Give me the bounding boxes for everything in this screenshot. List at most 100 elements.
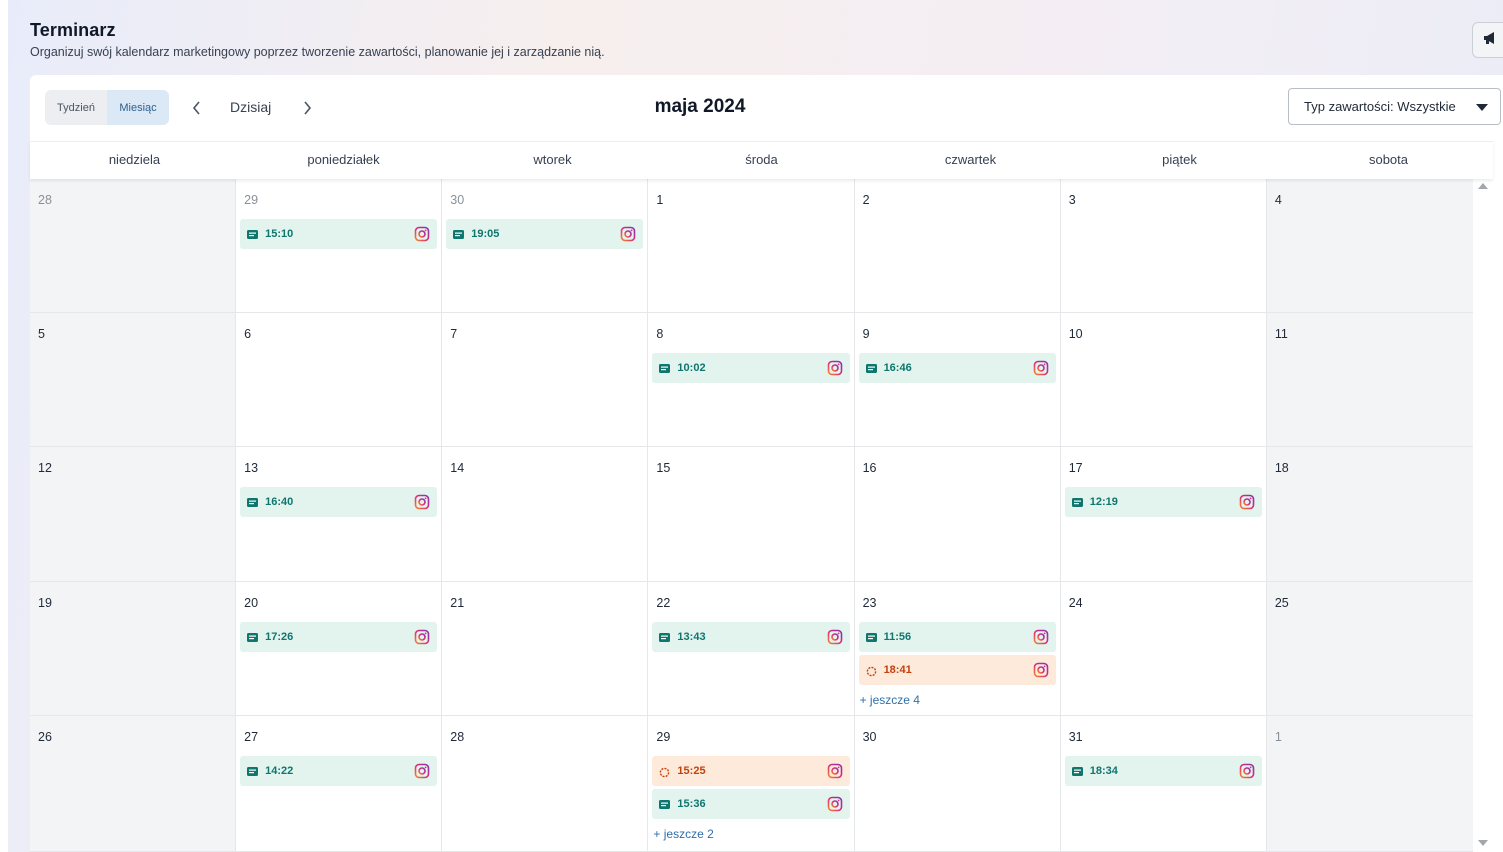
day-number: 4: [1274, 193, 1282, 207]
day-cell[interactable]: 27 14:22: [236, 716, 443, 852]
day-cell[interactable]: 18: [1266, 447, 1473, 582]
weekday-label: poniedziałek: [307, 152, 380, 167]
instagram-icon: [1239, 763, 1255, 779]
event-time: 15:10: [265, 228, 294, 240]
day-number: 17: [1068, 461, 1083, 475]
day-cell[interactable]: 8 10:02: [648, 313, 855, 447]
day-cell[interactable]: 5: [30, 313, 237, 447]
calendar-event[interactable]: 16:40: [240, 487, 438, 517]
day-cell[interactable]: 17 12:19: [1060, 447, 1267, 582]
calendar-event[interactable]: 19:05: [446, 219, 644, 249]
content-type-filter[interactable]: Typ zawartości: Wszystkie: [1288, 88, 1501, 125]
day-cell[interactable]: 31 18:34: [1060, 716, 1267, 852]
calendar-event[interactable]: 15:10: [240, 219, 438, 249]
day-cell[interactable]: 30: [854, 716, 1061, 852]
day-number: 25: [1274, 596, 1289, 610]
event-time: 19:05: [471, 228, 500, 240]
page-header: Terminarz Organizuj swój kalendarz marke…: [30, 20, 605, 59]
announcements-button[interactable]: [1472, 22, 1503, 58]
day-cell[interactable]: 16: [854, 447, 1061, 582]
calendar-event[interactable]: 15:25: [652, 756, 850, 786]
day-cell[interactable]: 20 17:26: [236, 582, 443, 716]
calendar-event[interactable]: 18:34: [1064, 756, 1262, 786]
day-cell[interactable]: 30 19:05: [442, 179, 649, 313]
calendar-event[interactable]: 16:46: [858, 353, 1056, 383]
filter-label: Typ zawartości: Wszystkie: [1304, 99, 1456, 114]
calendar-event[interactable]: 15:36: [652, 789, 850, 819]
event-time: 18:41: [883, 664, 912, 676]
day-cell[interactable]: 13 16:40: [236, 447, 443, 582]
weekday-label: sobota: [1368, 152, 1409, 167]
calendar-event[interactable]: 14:22: [240, 756, 438, 786]
day-cell[interactable]: 24: [1060, 582, 1267, 716]
message-icon: [659, 632, 671, 642]
message-icon: [659, 363, 671, 373]
day-number: 6: [244, 327, 252, 341]
day-cell[interactable]: 1: [648, 179, 855, 313]
day-cell[interactable]: 3: [1060, 179, 1267, 313]
day-number: 1: [656, 193, 664, 207]
day-cell[interactable]: 29 15:25 15:36 + jeszcze 2: [648, 716, 855, 852]
day-number: 7: [450, 327, 458, 341]
day-number: 21: [450, 596, 465, 610]
day-cell[interactable]: 21: [442, 582, 649, 716]
instagram-icon: [414, 763, 430, 779]
calendar-event[interactable]: 12:19: [1064, 487, 1262, 517]
calendar-event[interactable]: 10:02: [652, 353, 850, 383]
page-subtitle: Organizuj swój kalendarz marketingowy po…: [30, 45, 605, 59]
day-number: 26: [38, 730, 52, 744]
instagram-icon: [620, 226, 636, 242]
day-number: 24: [1068, 596, 1083, 610]
day-cell[interactable]: 12: [30, 447, 237, 582]
day-cell[interactable]: 19: [30, 582, 237, 716]
message-icon: [865, 363, 877, 373]
day-cell[interactable]: 14: [442, 447, 649, 582]
message-icon: [247, 497, 259, 507]
day-cell[interactable]: 26: [30, 716, 237, 852]
day-number: 29: [656, 730, 671, 744]
day-number: 3: [1068, 193, 1076, 207]
event-time: 16:40: [265, 496, 294, 508]
day-cell[interactable]: 2: [854, 179, 1061, 313]
event-time: 14:22: [265, 765, 294, 777]
day-number: 19: [38, 596, 52, 610]
day-cell[interactable]: 7: [442, 313, 649, 447]
show-more-link[interactable]: + jeszcze 2: [653, 827, 713, 841]
weekday-header: niedziela poniedziałek wtorek środa czwa…: [30, 141, 1493, 179]
scroll-up-icon[interactable]: [1478, 183, 1488, 189]
instagram-icon: [1033, 662, 1049, 678]
day-cell[interactable]: 11: [1266, 313, 1473, 447]
instagram-icon: [827, 629, 843, 645]
calendar-scrollbar[interactable]: [1473, 179, 1493, 852]
calendar-event[interactable]: 13:43: [652, 622, 850, 652]
caret-down-icon: [1476, 104, 1488, 111]
day-number: 30: [450, 193, 465, 207]
day-cell[interactable]: 9 16:46: [854, 313, 1061, 447]
day-cell[interactable]: 6: [236, 313, 443, 447]
day-number: 15: [656, 461, 671, 475]
day-cell[interactable]: 29 15:10: [236, 179, 443, 313]
day-cell[interactable]: 25: [1266, 582, 1473, 716]
instagram-icon: [827, 360, 843, 376]
day-cell[interactable]: 15: [648, 447, 855, 582]
spinner-icon: [866, 666, 877, 676]
day-number: 14: [450, 461, 465, 475]
calendar-toolbar: Tydzień Miesiąc Dzisiaj maja 2024 Typ za…: [30, 75, 1503, 141]
scroll-down-icon[interactable]: [1478, 840, 1488, 846]
day-cell[interactable]: 28: [442, 716, 649, 852]
month-grid: 28 29 15:10 30 19:05 1 2 3 4 5 6 7 8 10:02 9 16:46 10 11 1…: [30, 179, 1473, 852]
event-time: 17:26: [265, 631, 294, 643]
calendar-event[interactable]: 18:41: [858, 655, 1056, 685]
show-more-link[interactable]: + jeszcze 4: [860, 693, 920, 707]
day-cell[interactable]: 1: [1266, 716, 1473, 852]
message-icon: [453, 229, 465, 239]
event-time: 15:36: [677, 798, 706, 810]
calendar-event[interactable]: 11:56: [858, 622, 1056, 652]
calendar-event[interactable]: 17:26: [240, 622, 438, 652]
day-cell[interactable]: 22 13:43: [648, 582, 855, 716]
day-cell[interactable]: 23 11:56 18:41 + jeszcze 4: [854, 582, 1061, 716]
day-cell[interactable]: 4: [1266, 179, 1473, 313]
day-cell[interactable]: 28: [30, 179, 237, 313]
day-cell[interactable]: 10: [1060, 313, 1267, 447]
instagram-icon: [1033, 360, 1049, 376]
